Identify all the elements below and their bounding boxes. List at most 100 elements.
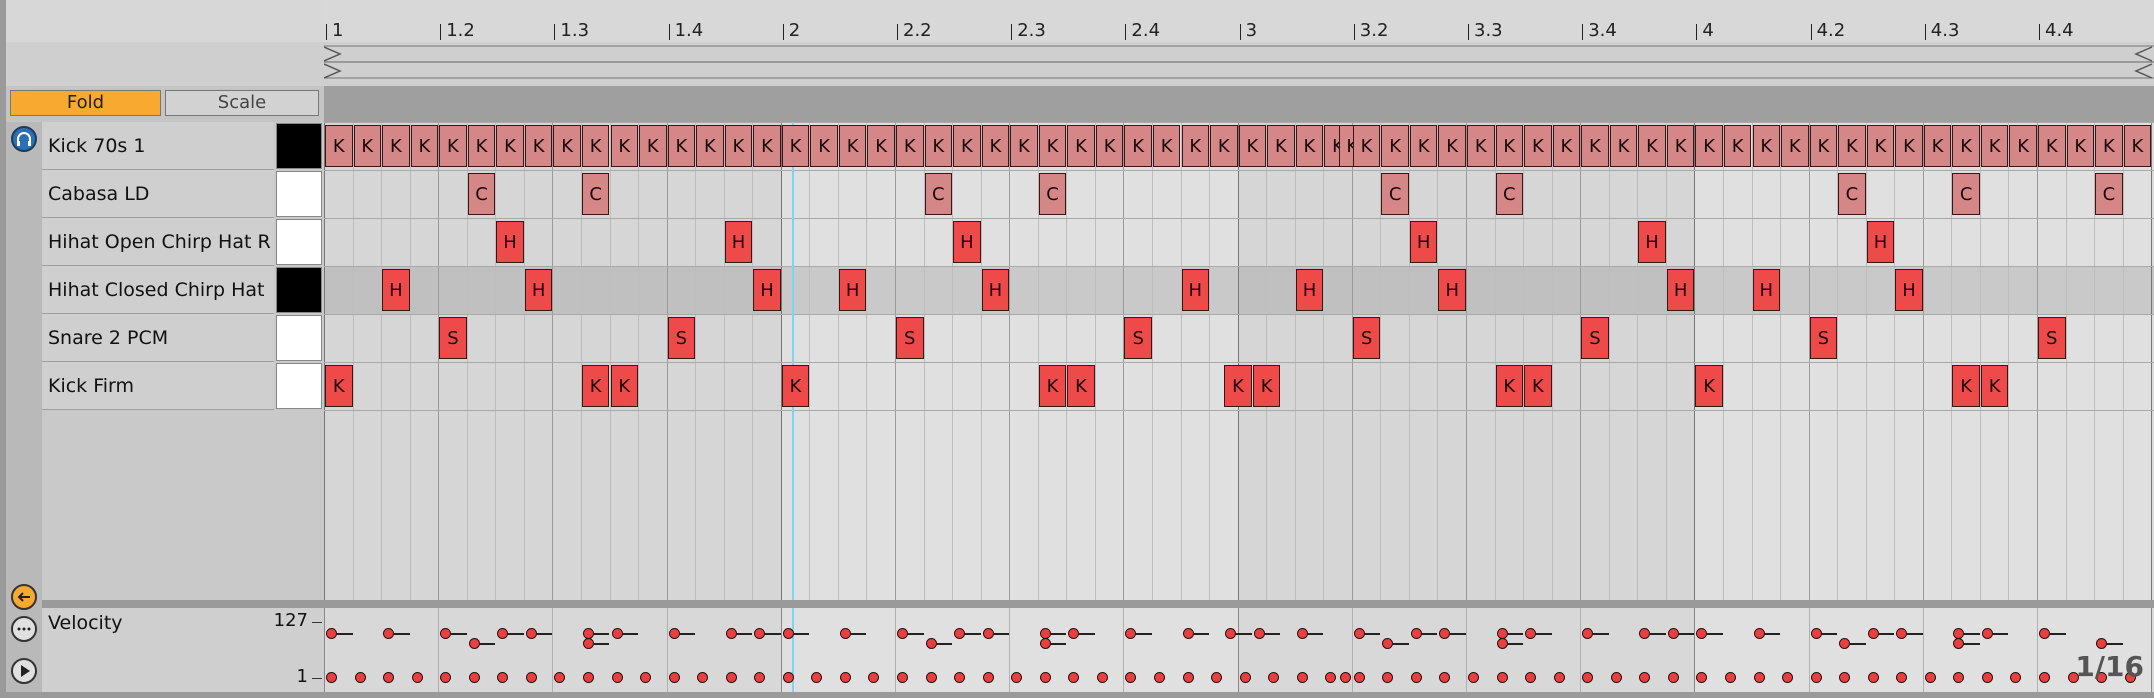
note-kickfirm[interactable]: K [1695, 365, 1723, 407]
note-hhclosed[interactable]: H [981, 269, 1010, 311]
drum-row-name[interactable]: Kick 70s 1 [42, 122, 274, 170]
note-kick70[interactable]: K [1581, 125, 1609, 167]
note-kick70[interactable]: K [810, 125, 838, 167]
note-kickfirm[interactable]: K [1952, 365, 1980, 407]
velocity-marker[interactable] [839, 672, 851, 683]
drum-row-name[interactable]: Hihat Closed Chirp Hat [42, 266, 274, 314]
note-cabasa[interactable]: C [924, 173, 953, 215]
headphones-icon[interactable] [11, 126, 37, 152]
note-kick70[interactable]: K [1038, 125, 1067, 167]
note-grid[interactable]: KKKKKKKKKKKKKKKKKKKKKKKKKKKKKKKKKKKKKKKK… [324, 122, 2154, 608]
drum-pad[interactable] [276, 171, 322, 217]
note-kickfirm[interactable]: K [1224, 365, 1252, 407]
note-hhclosed[interactable]: H [1895, 269, 1923, 311]
note-hhclosed[interactable]: H [838, 269, 867, 311]
note-hhopen[interactable]: H [953, 221, 981, 263]
fold-button[interactable]: Fold [10, 90, 161, 116]
note-cabasa[interactable]: C [1838, 173, 1866, 215]
note-kickfirm[interactable]: K [1524, 365, 1552, 407]
scale-button[interactable]: Scale [165, 90, 319, 116]
note-kick70[interactable]: K [553, 125, 581, 167]
velocity-marker[interactable] [1553, 672, 1565, 683]
note-kick70[interactable]: K [1838, 125, 1866, 167]
velocity-marker[interactable] [640, 672, 652, 683]
note-kick70[interactable]: K [1181, 125, 1210, 167]
velocity-marker[interactable] [1724, 672, 1736, 683]
velocity-marker[interactable] [468, 672, 480, 683]
note-kick70[interactable]: K [610, 125, 639, 167]
note-kick70[interactable]: K [924, 125, 953, 167]
velocity-marker[interactable] [1610, 672, 1622, 683]
velocity-marker[interactable] [1924, 672, 1936, 683]
velocity-marker[interactable] [925, 672, 937, 683]
note-hhopen[interactable]: H [1638, 221, 1666, 263]
drum-row-name[interactable]: Snare 2 PCM [42, 314, 274, 362]
velocity-marker[interactable] [1782, 672, 1794, 683]
note-snare[interactable]: S [1352, 317, 1381, 359]
note-snare[interactable]: S [1809, 317, 1838, 359]
note-cabasa[interactable]: C [1495, 173, 1524, 215]
note-kick70[interactable]: K [781, 125, 810, 167]
note-kick70[interactable]: K [1409, 125, 1438, 167]
note-kick70[interactable]: K [2123, 125, 2152, 167]
note-hhclosed[interactable]: H [1752, 269, 1781, 311]
drum-pad[interactable] [276, 219, 322, 265]
velocity-marker[interactable] [1353, 672, 1365, 683]
note-kick70[interactable]: K [1695, 125, 1723, 167]
note-kick70[interactable]: K [2009, 125, 2037, 167]
note-kick70[interactable]: K [867, 125, 895, 167]
velocity-marker[interactable] [582, 672, 594, 683]
note-hhopen[interactable]: H [1409, 221, 1438, 263]
note-cabasa[interactable]: C [1381, 173, 1409, 215]
note-kickfirm[interactable]: K [581, 365, 610, 407]
note-hhopen[interactable]: H [724, 221, 753, 263]
note-kick70[interactable]: K [1467, 125, 1495, 167]
velocity-marker[interactable] [1496, 672, 1508, 683]
velocity-marker[interactable] [782, 672, 794, 683]
drum-row-name[interactable]: Kick Firm [42, 362, 274, 410]
note-hhclosed[interactable]: H [1181, 269, 1210, 311]
note-kick70[interactable]: K [753, 125, 781, 167]
note-kick70[interactable]: K [1895, 125, 1923, 167]
velocity-marker[interactable] [1339, 672, 1351, 683]
grid-resolution-label[interactable]: 1/16 [2075, 650, 2144, 683]
velocity-marker[interactable] [1867, 672, 1879, 683]
velocity-marker[interactable] [1153, 672, 1165, 683]
velocity-marker[interactable] [1468, 672, 1479, 683]
note-kickfirm[interactable]: K [1067, 365, 1095, 407]
note-kick70[interactable]: K [2095, 125, 2123, 167]
note-kick70[interactable]: K [2066, 125, 2095, 167]
note-kick70[interactable]: K [1980, 125, 2009, 167]
note-cabasa[interactable]: C [467, 173, 496, 215]
velocity-marker[interactable] [1410, 672, 1422, 683]
note-kickfirm[interactable]: K [1980, 365, 2009, 407]
note-kick70[interactable]: K [496, 125, 524, 167]
note-cabasa[interactable]: C [581, 173, 610, 215]
loop-brace-bar[interactable] [323, 42, 2154, 86]
note-snare[interactable]: S [439, 317, 467, 359]
note-kickfirm[interactable]: K [781, 365, 810, 407]
velocity-lane[interactable] [324, 608, 2154, 692]
dots-icon[interactable] [11, 616, 37, 642]
velocity-marker[interactable] [354, 672, 366, 683]
note-kick70[interactable]: K [1352, 125, 1381, 167]
velocity-marker[interactable] [1239, 672, 1251, 683]
note-kick70[interactable]: K [1010, 125, 1038, 167]
note-kick70[interactable]: K [639, 125, 667, 167]
velocity-marker[interactable] [326, 672, 337, 683]
velocity-marker[interactable] [2039, 672, 2050, 683]
note-snare[interactable]: S [1124, 317, 1152, 359]
velocity-marker[interactable] [1039, 672, 1051, 683]
note-kick70[interactable]: K [1923, 125, 1952, 167]
note-hhclosed[interactable]: H [1666, 269, 1695, 311]
note-snare[interactable]: S [2038, 317, 2066, 359]
play-icon[interactable] [11, 658, 37, 684]
note-kickfirm[interactable]: K [1038, 365, 1067, 407]
note-kick70[interactable]: K [1952, 125, 1980, 167]
arrow-left-icon[interactable] [11, 584, 37, 610]
drum-pad[interactable] [276, 315, 322, 361]
velocity-marker[interactable] [897, 672, 908, 683]
note-kick70[interactable]: K [524, 125, 553, 167]
note-kickfirm[interactable]: K [1252, 365, 1281, 407]
velocity-marker[interactable] [982, 672, 994, 683]
